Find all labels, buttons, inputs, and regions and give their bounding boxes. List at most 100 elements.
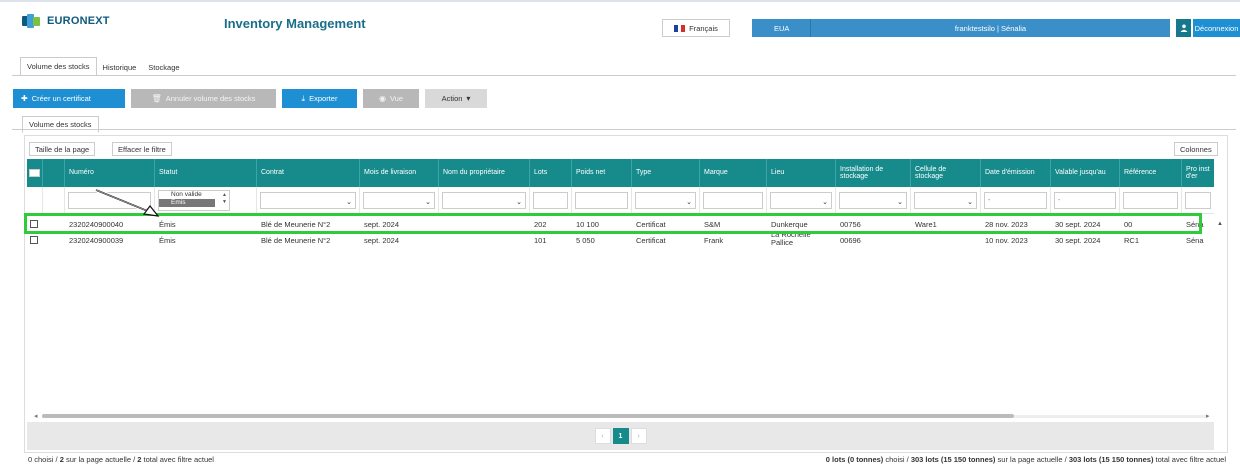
select-all-cell [27, 159, 43, 187]
column-header-mois-livraison[interactable]: Mois de livraison [360, 159, 439, 187]
filter-cell-valable: - [1051, 187, 1120, 213]
horizontal-scrollbar[interactable]: ◂ ▸ [34, 411, 1214, 420]
filter-cellule-select[interactable]: ⌄ [914, 191, 977, 209]
column-header-lieu[interactable]: Lieu [767, 159, 836, 187]
filter-row: Non valide Émis ▲ ▼ ⌄ ⌄ ⌄ ⌄ ⌄ ⌄ ⌄ - - [27, 187, 1214, 214]
column-header-poids-net[interactable]: Poids net [572, 159, 632, 187]
filter-poids-input[interactable] [575, 191, 628, 209]
status-option-emis[interactable]: Émis [159, 198, 215, 207]
app-title: Inventory Management [224, 16, 366, 31]
lots-page: 303 lots (15 150 tonnes) [910, 455, 996, 464]
pager: ‹ 1 › [594, 428, 647, 444]
text-lots-total: total avec filtre actuel [1153, 455, 1226, 464]
clear-filter-button[interactable]: Effacer le filtre [112, 142, 172, 156]
user-profile-button[interactable] [1176, 19, 1191, 37]
filter-type-select[interactable]: ⌄ [635, 191, 696, 209]
tab-historique[interactable]: Historique [97, 59, 143, 76]
vertical-scroll-up-icon[interactable]: ▲ [1217, 221, 1223, 227]
table-row[interactable]: 2320240900039 Émis Blé de Meunerie N°2 s… [27, 231, 1214, 250]
language-selector[interactable]: Français [662, 19, 730, 37]
status-option-non-valide[interactable]: Non valide [159, 191, 229, 199]
column-header-numero[interactable]: Numéro [65, 159, 155, 187]
action-dropdown-button[interactable]: Action ▾ [425, 89, 487, 108]
column-header-reference[interactable]: Référence [1120, 159, 1182, 187]
filter-emission-input[interactable]: - [984, 191, 1047, 209]
user-code: EUA [752, 19, 810, 37]
tab-stock-volume-sub[interactable]: Volume des stocks [22, 116, 99, 133]
chevron-down-icon: ⌄ [686, 198, 692, 206]
column-header-statut[interactable]: Statut [155, 159, 257, 187]
filter-valable-input[interactable]: - [1054, 191, 1116, 209]
column-header-installation[interactable]: Installation de stockage [836, 159, 911, 187]
select-all-checkbox[interactable] [29, 169, 40, 177]
scroll-left-icon[interactable]: ◂ [34, 412, 38, 420]
user-icon [1180, 24, 1187, 32]
column-header-lots[interactable]: Lots [530, 159, 572, 187]
create-certificate-button[interactable]: ✚ Créer un certificat [13, 89, 125, 108]
prev-page-button[interactable]: ‹ [594, 428, 611, 444]
row-spacer [43, 234, 65, 246]
chevron-down-icon: ⌄ [346, 198, 352, 206]
text-chosen: choisi / [32, 455, 60, 464]
filter-lots-input[interactable] [533, 191, 568, 209]
logout-button[interactable]: Déconnexion [1193, 19, 1240, 37]
row-checkbox[interactable] [30, 236, 38, 244]
filter-mois-select[interactable]: ⌄ [363, 191, 435, 209]
euronext-logo[interactable]: EURONEXT [22, 14, 110, 28]
row-select-cell [27, 234, 43, 246]
export-button[interactable]: ⤓ Exporter [282, 89, 357, 108]
filter-proprietaire-select[interactable]: ⌄ [442, 191, 526, 209]
column-header-valable[interactable]: Valable jusqu'au [1051, 159, 1120, 187]
tabs-divider [12, 75, 1236, 76]
column-header-pro-inst[interactable]: Pro inst d'er [1182, 159, 1214, 187]
select-scroll-arrows-icon: ▲ ▼ [222, 191, 227, 205]
tab-volume-des-stocks[interactable]: Volume des stocks [20, 57, 97, 76]
filter-contrat-select[interactable]: ⌄ [260, 191, 356, 209]
columns-button[interactable]: Colonnes [1174, 142, 1218, 156]
view-label: Vue [389, 94, 404, 103]
filter-cell-emission: - [981, 187, 1051, 213]
column-header-date-emission[interactable]: Date d'émission [981, 159, 1051, 187]
filter-cell-mois: ⌄ [360, 187, 439, 213]
toolbar: ✚ Créer un certificat 🗑 Annuler volume d… [13, 89, 487, 108]
filter-lieu-select[interactable]: ⌄ [770, 191, 832, 209]
filter-cell-installation: ⌄ [836, 187, 911, 213]
cell-proprietaire [439, 234, 530, 246]
cell-pro: Séna [1186, 235, 1204, 245]
filter-pro-input[interactable] [1185, 191, 1211, 209]
filter-cell-reference [1120, 187, 1182, 213]
main-tabs: Volume des stocks Historique Stockage [20, 56, 186, 76]
next-page-button[interactable]: › [630, 428, 647, 444]
column-header-contrat[interactable]: Contrat [257, 159, 360, 187]
filter-cell-proprietaire: ⌄ [439, 187, 530, 213]
tab-stockage[interactable]: Stockage [142, 59, 185, 76]
column-header-marque[interactable]: Marque [700, 159, 767, 187]
text-lots-page: sur la page actuelle / [995, 455, 1069, 464]
cancel-stock-button[interactable]: 🗑 Annuler volume des stocks [131, 89, 276, 108]
page-size-button[interactable]: Taille de la page [29, 142, 96, 156]
column-header-proprietaire[interactable]: Nom du propriétaire [439, 159, 530, 187]
filter-installation-select[interactable]: ⌄ [839, 191, 907, 209]
action-label: Action [441, 94, 463, 103]
view-button[interactable]: ◉ Vue [363, 89, 419, 108]
text-total: total avec filtre actuel [141, 455, 214, 464]
cell-cellule [911, 234, 981, 246]
download-icon: ⤓ [301, 93, 306, 103]
selection-summary-left: 0 choisi / 2 sur la page actuelle / 2 to… [28, 455, 214, 464]
page-1-button[interactable]: 1 [612, 428, 629, 444]
chevron-down-icon: ⌄ [897, 198, 903, 206]
filter-statut-select[interactable]: Non valide Émis ▲ ▼ [158, 189, 230, 211]
scroll-thumb[interactable] [42, 414, 1014, 418]
lots-total: 303 lots (15 150 tonnes) [1068, 455, 1154, 464]
filter-reference-input[interactable] [1123, 191, 1178, 209]
column-header-type[interactable]: Type [632, 159, 700, 187]
lots-chosen: 0 lots (0 tonnes) [825, 455, 884, 464]
sub-tabs-divider [12, 129, 1236, 130]
filter-marque-input[interactable] [703, 191, 763, 209]
header-spacer [43, 159, 65, 187]
filter-cell-statut: Non valide Émis ▲ ▼ [155, 187, 257, 213]
scroll-right-icon[interactable]: ▸ [1206, 412, 1210, 420]
cancel-stock-label: Annuler volume des stocks [165, 94, 256, 103]
filter-cell-type: ⌄ [632, 187, 700, 213]
column-header-cellule[interactable]: Cellule de stockage [911, 159, 981, 187]
